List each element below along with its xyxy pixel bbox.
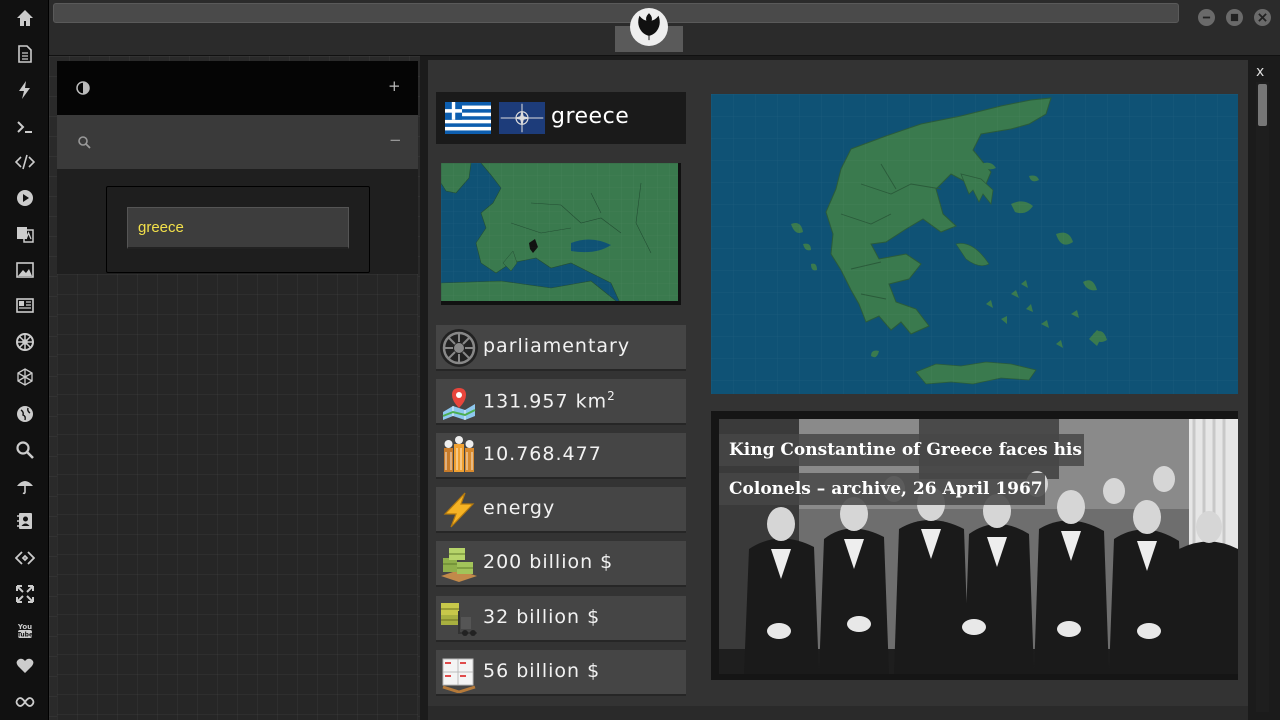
exports-value: 32 billion $	[483, 606, 601, 628]
imports-value: 56 billion $	[483, 660, 601, 682]
lightning-icon	[443, 492, 475, 528]
translate-icon[interactable]	[12, 221, 38, 247]
nato-flag-icon	[499, 102, 545, 134]
country-search-input[interactable]	[127, 207, 349, 249]
svg-text:Tube: Tube	[17, 632, 33, 639]
home-icon[interactable]	[12, 5, 38, 31]
network-icon[interactable]	[12, 364, 38, 390]
scrollbar[interactable]	[1256, 82, 1269, 712]
empire-icon[interactable]	[12, 329, 38, 355]
greece-flag-icon	[445, 102, 491, 134]
news-headline[interactable]: King Constantine of Greece faces his Col…	[719, 431, 1111, 509]
close-panel-button[interactable]: x	[1256, 64, 1268, 80]
play-icon[interactable]	[12, 185, 38, 211]
icon-sidebar: You Tube	[0, 0, 49, 720]
collapse-button[interactable]: −	[389, 131, 402, 149]
search-icon[interactable]	[77, 135, 91, 149]
population-icon	[444, 436, 474, 472]
expand-button[interactable]: +	[388, 77, 401, 95]
close-window-button[interactable]	[1254, 9, 1271, 26]
forklift-icon	[441, 603, 477, 636]
government-type: parliamentary	[483, 335, 631, 357]
money-pallet-icon	[441, 548, 477, 582]
panel-footer	[428, 706, 1248, 720]
svg-text:You: You	[17, 623, 32, 631]
exports-row: 32 billion $	[436, 596, 686, 642]
news-headline-text: King Constantine of Greece faces his Col…	[719, 434, 1084, 505]
terminal-icon[interactable]	[12, 114, 38, 140]
area-row: 131.957 km2	[436, 379, 686, 425]
results-area	[57, 274, 418, 720]
theme-bar: +	[57, 61, 418, 115]
youtube-icon[interactable]: You Tube	[12, 617, 38, 643]
rebel-alliance-icon[interactable]	[630, 8, 668, 46]
news-card[interactable]: King Constantine of Greece faces his Col…	[711, 411, 1238, 680]
newspaper-icon[interactable]	[12, 292, 38, 318]
europe-locator-map	[441, 163, 681, 305]
boxes-icon	[442, 658, 476, 693]
energy-label: energy	[483, 497, 556, 519]
gdp-row: 200 billion $	[436, 541, 686, 587]
top-bar	[49, 0, 1280, 56]
gdp-value: 200 billion $	[483, 551, 614, 573]
search-icon[interactable]	[12, 437, 38, 463]
search-form	[106, 186, 370, 273]
code-icon[interactable]	[12, 149, 38, 175]
country-name: greece	[551, 104, 630, 129]
globe-icon[interactable]	[12, 401, 38, 427]
minimize-button[interactable]	[1198, 9, 1215, 26]
address-bar[interactable]	[53, 3, 1179, 23]
code-brackets-icon[interactable]	[12, 545, 38, 571]
lightning-icon[interactable]	[12, 77, 38, 103]
image-icon[interactable]	[12, 257, 38, 283]
document-icon[interactable]	[12, 41, 38, 67]
map-pin-icon	[442, 388, 476, 420]
population-value: 10.768.477	[483, 443, 602, 465]
imports-row: 56 billion $	[436, 650, 686, 696]
contrast-icon[interactable]	[76, 81, 90, 95]
country-header: greece	[436, 92, 686, 144]
population-row: 10.768.477	[436, 433, 686, 479]
umbrella-icon[interactable]	[12, 473, 38, 499]
government-row: parliamentary	[436, 325, 686, 371]
scroll-thumb[interactable]	[1258, 84, 1267, 126]
area-value: 131.957 km	[483, 390, 608, 413]
contacts-icon[interactable]	[12, 508, 38, 534]
heart-icon[interactable]	[12, 653, 38, 679]
left-panel: + −	[49, 56, 420, 720]
search-bar: −	[57, 115, 418, 169]
country-map	[711, 94, 1238, 394]
area-unit-exponent: 2	[607, 389, 616, 403]
maximize-button[interactable]	[1226, 9, 1243, 26]
infinity-icon[interactable]	[12, 689, 38, 715]
energy-row: energy	[436, 487, 686, 533]
expand-icon[interactable]	[12, 581, 38, 607]
country-area: 131.957 km2	[483, 389, 616, 412]
empire-icon	[440, 329, 478, 367]
